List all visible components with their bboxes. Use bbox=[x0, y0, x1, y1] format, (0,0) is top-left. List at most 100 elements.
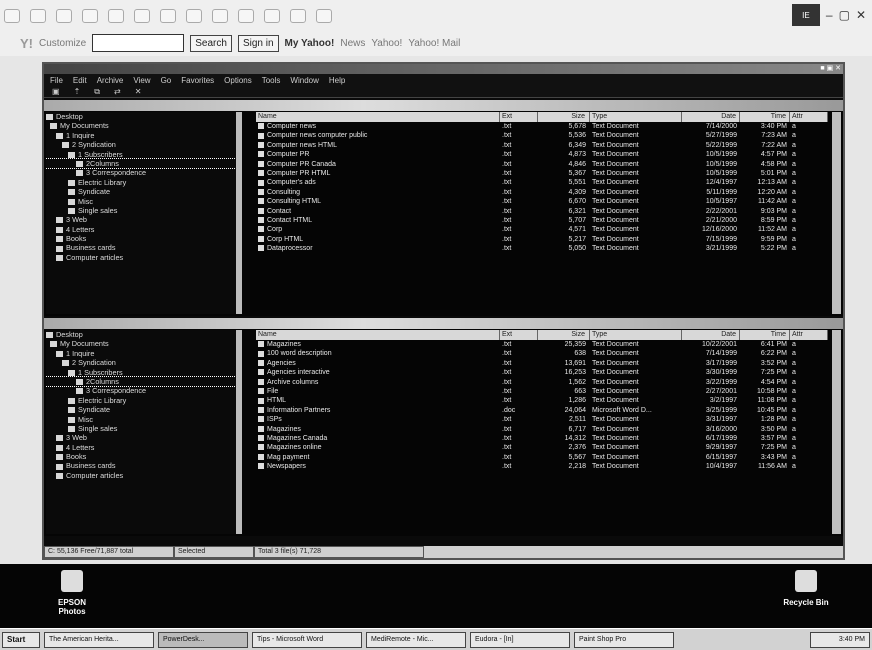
tree-item[interactable]: 3 Correspondence bbox=[46, 168, 236, 177]
move-icon[interactable]: ⇄ bbox=[114, 87, 121, 96]
task-mediremote[interactable]: MediRemote - Mic... bbox=[366, 631, 466, 648]
yahoo-mail-link[interactable]: Yahoo! Mail bbox=[408, 38, 460, 49]
tree-item[interactable]: Syndicate bbox=[46, 187, 236, 196]
tree-item[interactable]: My Documents bbox=[46, 121, 236, 130]
epson-photos-shortcut[interactable]: EPSON Photos bbox=[52, 570, 92, 616]
tree-item[interactable]: Misc bbox=[46, 197, 236, 206]
file-row[interactable]: Computer PR HTML .txt 5,367 Text Document 10… bbox=[256, 169, 828, 178]
my-yahoo-link[interactable]: My Yahoo! bbox=[285, 38, 335, 49]
task-powerdesk[interactable]: PowerDesk... bbox=[158, 631, 248, 648]
header-type[interactable]: Type bbox=[590, 330, 682, 340]
menu-tools[interactable]: Tools bbox=[262, 76, 281, 85]
bottom-folder-tree[interactable]: Desktop My Documents 1 Inquire 2 Syndicatio… bbox=[46, 330, 242, 534]
refresh-icon[interactable] bbox=[82, 9, 98, 23]
file-row[interactable]: Archive columns .txt 1,562 Text Document 3/2… bbox=[256, 378, 828, 387]
news-link[interactable]: News bbox=[340, 38, 365, 49]
tree-item[interactable]: Single sales bbox=[46, 206, 236, 215]
tree-item[interactable]: 1 Subscribers bbox=[46, 150, 236, 159]
history-icon[interactable] bbox=[186, 9, 202, 23]
tree-item[interactable]: 2 Syndication bbox=[46, 358, 236, 367]
tree-item[interactable]: Computer articles bbox=[46, 253, 236, 262]
drive-icon[interactable]: ▣ bbox=[52, 87, 60, 96]
header-name[interactable]: Name bbox=[256, 330, 500, 340]
header-time[interactable]: Time bbox=[740, 330, 790, 340]
file-row[interactable]: Computer news HTML .txt 6,349 Text Document… bbox=[256, 141, 828, 150]
tree-item[interactable]: Electric Library bbox=[46, 396, 236, 405]
tree-item[interactable]: 2Columns bbox=[46, 157, 236, 170]
copy-icon[interactable]: ⧉ bbox=[94, 87, 100, 97]
minimize-icon[interactable]: – bbox=[826, 8, 833, 22]
file-row[interactable]: Corp .txt 4,571 Text Document 12/16/2000 11:5… bbox=[256, 225, 828, 234]
tree-item[interactable]: Books bbox=[46, 452, 236, 461]
file-row[interactable]: File .txt 663 Text Document 2/27/2001 10:58 P… bbox=[256, 387, 828, 396]
discuss-icon[interactable] bbox=[290, 9, 306, 23]
file-row[interactable]: Mag payment .txt 5,567 Text Document 6/15/19… bbox=[256, 453, 828, 462]
header-ext[interactable]: Ext bbox=[500, 330, 538, 340]
tree-item[interactable]: Misc bbox=[46, 415, 236, 424]
file-row[interactable]: Agencies .txt 13,691 Text Document 3/17/1999… bbox=[256, 359, 828, 368]
header-type[interactable]: Type bbox=[590, 112, 682, 122]
forward-icon[interactable] bbox=[30, 9, 46, 23]
favorites-icon[interactable] bbox=[160, 9, 176, 23]
top-folder-tree[interactable]: Desktop My Documents 1 Inquire 2 Syndicatio… bbox=[46, 112, 242, 314]
edit-icon[interactable] bbox=[264, 9, 280, 23]
tree-item[interactable]: My Documents bbox=[46, 339, 236, 348]
delete-icon[interactable]: ✕ bbox=[135, 87, 142, 96]
file-row[interactable]: 100 word description .txt 638 Text Document… bbox=[256, 349, 828, 358]
menu-help[interactable]: Help bbox=[329, 76, 345, 85]
file-row[interactable]: Dataprocessor .txt 5,050 Text Document 3/21/… bbox=[256, 244, 828, 253]
file-row[interactable]: Consulting HTML .txt 6,670 Text Document 10/… bbox=[256, 197, 828, 206]
search-button[interactable]: Search bbox=[190, 34, 232, 52]
file-row[interactable]: Contact HTML .txt 5,707 Text Document 2/21/2… bbox=[256, 216, 828, 225]
tree-item[interactable]: Syndicate bbox=[46, 405, 236, 414]
tree-item[interactable]: Books bbox=[46, 234, 236, 243]
tree-item[interactable]: 3 Web bbox=[46, 215, 236, 224]
tree-item[interactable]: Business cards bbox=[46, 461, 236, 470]
tree-item[interactable]: Electric Library bbox=[46, 178, 236, 187]
task-eudora[interactable]: Eudora - [In] bbox=[470, 631, 570, 648]
file-row[interactable]: Magazines .txt 25,359 Text Document 10/22/20… bbox=[256, 340, 828, 349]
file-row[interactable]: Computer news computer public .txt 5,536 Te… bbox=[256, 131, 828, 140]
file-row[interactable]: Corp HTML .txt 5,217 Text Document 7/15/1999… bbox=[256, 235, 828, 244]
tree-item[interactable]: Desktop bbox=[46, 112, 236, 121]
menu-options[interactable]: Options bbox=[224, 76, 252, 85]
file-row[interactable]: Computer's ads .txt 5,551 Text Document 12/4… bbox=[256, 178, 828, 187]
home-icon[interactable] bbox=[108, 9, 124, 23]
file-row[interactable]: Contact .txt 6,321 Text Document 2/22/2001 9:… bbox=[256, 207, 828, 216]
tree-item[interactable]: Business cards bbox=[46, 243, 236, 252]
signin-button[interactable]: Sign in bbox=[237, 34, 279, 52]
back-icon[interactable] bbox=[4, 9, 20, 23]
file-row[interactable]: Computer PR .txt 4,873 Text Document 10/5/19… bbox=[256, 150, 828, 159]
mail-icon[interactable] bbox=[212, 9, 228, 23]
file-row[interactable]: ISPs .txt 2,511 Text Document 3/31/1997 1:28 … bbox=[256, 415, 828, 424]
header-date[interactable]: Date bbox=[682, 330, 740, 340]
tree-item[interactable]: 1 Inquire bbox=[46, 131, 236, 140]
tree-item[interactable]: 2Columns bbox=[46, 375, 236, 388]
tree-item[interactable]: 1 Inquire bbox=[46, 349, 236, 358]
tree-item[interactable]: Computer articles bbox=[46, 471, 236, 480]
header-date[interactable]: Date bbox=[682, 112, 740, 122]
header-name[interactable]: Name bbox=[256, 112, 500, 122]
file-row[interactable]: HTML .txt 1,286 Text Document 3/2/1997 11:08 … bbox=[256, 396, 828, 405]
yahoo-search-input[interactable] bbox=[92, 34, 185, 52]
search-icon[interactable] bbox=[134, 9, 150, 23]
file-row[interactable]: Computer news .txt 5,678 Text Document 7/14/… bbox=[256, 122, 828, 131]
menu-window[interactable]: Window bbox=[290, 76, 318, 85]
header-attr[interactable]: Attr bbox=[790, 330, 828, 340]
close-icon[interactable]: ✕ bbox=[856, 8, 866, 22]
file-row[interactable]: Newspapers .txt 2,218 Text Document 10/4/199… bbox=[256, 462, 828, 471]
header-attr[interactable]: Attr bbox=[790, 112, 828, 122]
tree-item[interactable]: 2 Syndication bbox=[46, 140, 236, 149]
file-row[interactable]: Magazines Canada .txt 14,312 Text Document 6… bbox=[256, 434, 828, 443]
restore-icon[interactable]: ▢ bbox=[839, 8, 850, 22]
print-icon[interactable] bbox=[238, 9, 254, 23]
customize-link[interactable]: Customize bbox=[39, 38, 86, 49]
menu-file[interactable]: File bbox=[50, 76, 63, 85]
task-paint-shop-pro[interactable]: Paint Shop Pro bbox=[574, 631, 674, 648]
menu-view[interactable]: View bbox=[133, 76, 150, 85]
file-row[interactable]: Magazines .txt 6,717 Text Document 3/16/2000… bbox=[256, 425, 828, 434]
top-scrollbar[interactable] bbox=[832, 112, 841, 314]
messenger-icon[interactable] bbox=[316, 9, 332, 23]
menu-favorites[interactable]: Favorites bbox=[181, 76, 214, 85]
tree-item[interactable]: 4 Letters bbox=[46, 443, 236, 452]
